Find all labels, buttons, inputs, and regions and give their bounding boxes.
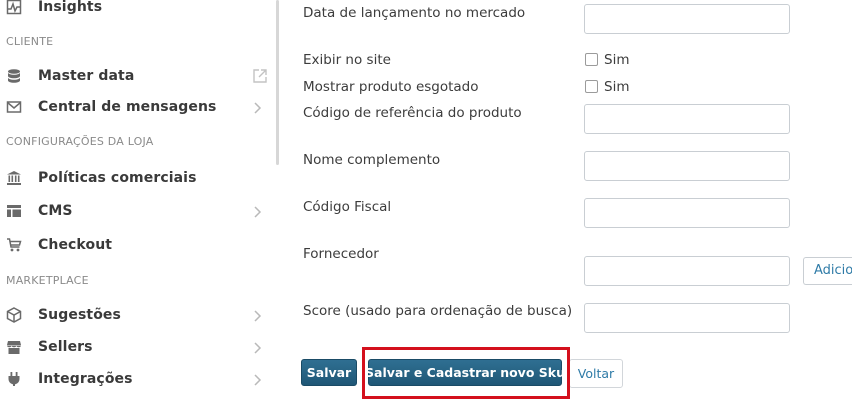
score-input[interactable] <box>584 303 790 333</box>
show-on-site-option-label[interactable]: Sim <box>604 52 629 68</box>
database-icon <box>5 67 23 85</box>
sidebar-item-politicas-comerciais[interactable]: Políticas comerciais <box>0 166 276 190</box>
section-header-configuracoes: CONFIGURAÇÕES DA LOJA <box>6 135 154 148</box>
sidebar-item-label: CMS <box>38 203 73 219</box>
sidebar-item-label: Master data <box>38 68 135 84</box>
layout-icon <box>5 202 23 220</box>
show-sold-out-checkbox[interactable] <box>585 80 598 93</box>
sidebar-item-sellers[interactable]: Sellers <box>0 335 276 359</box>
show-sold-out-option-label[interactable]: Sim <box>604 79 629 95</box>
section-header-marketplace: MARKETPLACE <box>6 274 89 287</box>
sidebar-item-central-de-mensagens[interactable]: Central de mensagens <box>0 95 276 119</box>
sidebar-item-insights[interactable]: Insights <box>0 0 276 19</box>
chart-pulse-icon <box>5 0 23 16</box>
sidebar-item-label: Sellers <box>38 339 93 355</box>
ref-code-label: Código de referência do produto <box>303 105 522 121</box>
back-button[interactable]: Voltar <box>569 359 623 388</box>
highlight-annotation <box>362 347 570 399</box>
save-button[interactable]: Salvar <box>301 359 357 386</box>
external-link-icon[interactable] <box>252 68 268 84</box>
sidebar-item-label: Sugestões <box>38 307 121 323</box>
sidebar-item-sugestoes[interactable]: Sugestões <box>0 303 276 327</box>
supplier-label: Fornecedor <box>303 246 379 262</box>
sidebar-item-label: Insights <box>38 0 103 15</box>
sidebar-item-master-data[interactable]: Master data <box>0 64 276 88</box>
fiscal-code-input[interactable] <box>584 198 790 228</box>
sidebar-item-label: Políticas comerciais <box>38 170 197 186</box>
score-label: Score (usado para ordenação de busca) <box>303 303 573 319</box>
product-form: Data de lançamento no mercado Exibir no … <box>279 0 852 406</box>
chevron-right-icon[interactable] <box>252 308 262 322</box>
section-header-cliente: CLIENTE <box>6 35 54 48</box>
sidebar-item-label: Central de mensagens <box>38 99 217 115</box>
chevron-right-icon[interactable] <box>252 204 262 218</box>
chevron-right-icon[interactable] <box>252 340 262 354</box>
ref-code-input[interactable] <box>584 104 790 134</box>
supplier-input[interactable] <box>584 256 790 286</box>
mail-icon <box>5 98 23 116</box>
plug-icon <box>5 370 23 388</box>
show-on-site-checkbox[interactable] <box>585 53 598 66</box>
chevron-right-icon[interactable] <box>252 100 262 114</box>
sidebar-item-cms[interactable]: CMS <box>0 199 276 223</box>
cart-icon <box>5 236 23 254</box>
chevron-right-icon[interactable] <box>252 372 262 386</box>
add-supplier-button[interactable]: Adicio <box>803 257 852 285</box>
store-icon <box>5 338 23 356</box>
show-sold-out-label: Mostrar produto esgotado <box>303 79 479 95</box>
sidebar-item-label: Checkout <box>38 237 113 253</box>
launch-date-label: Data de lançamento no mercado <box>303 5 526 21</box>
sidebar-item-integracoes[interactable]: Integrações <box>0 367 276 391</box>
fiscal-code-label: Código Fiscal <box>303 199 392 215</box>
box-icon <box>5 306 23 324</box>
show-on-site-label: Exibir no site <box>303 52 391 68</box>
launch-date-input[interactable] <box>584 4 790 34</box>
name-complement-label: Nome complemento <box>303 152 441 168</box>
sidebar-item-label: Integrações <box>38 371 133 387</box>
sidebar: Insights CLIENTE Master data Central de … <box>0 0 278 406</box>
name-complement-input[interactable] <box>584 151 790 181</box>
bank-icon <box>5 169 23 187</box>
sidebar-item-checkout[interactable]: Checkout <box>0 233 276 257</box>
